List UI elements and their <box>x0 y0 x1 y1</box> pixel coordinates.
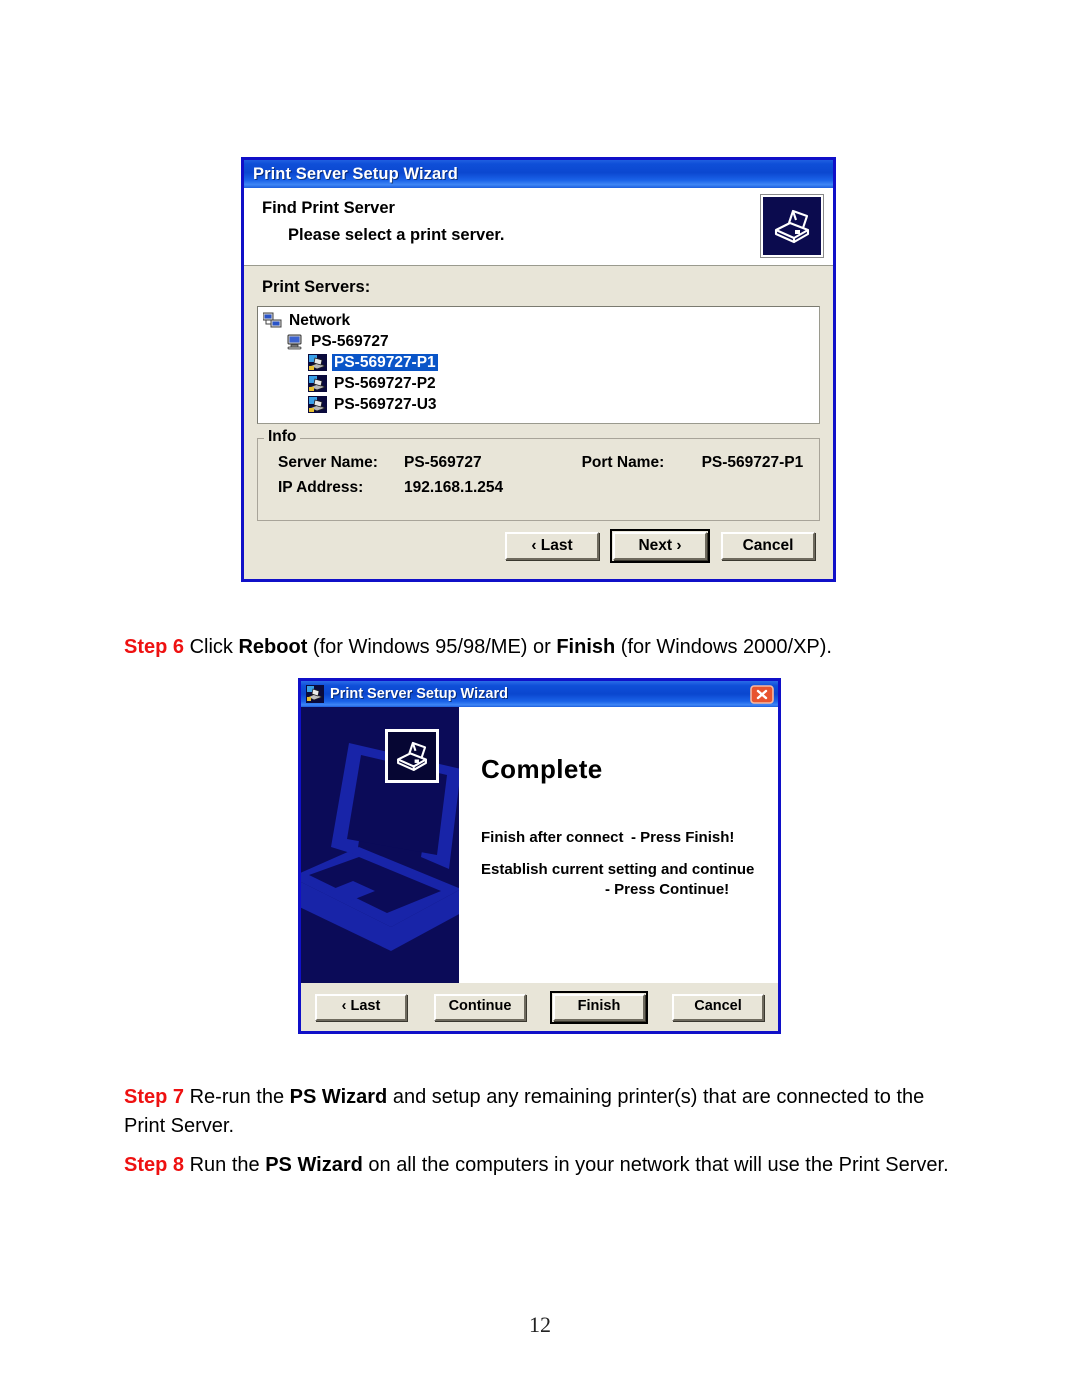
computer-icon <box>285 333 304 350</box>
dialog1-header-subheading: Please select a print server. <box>288 226 505 244</box>
step-6-number: Step 6 <box>124 636 185 658</box>
complete-dialog: Print Server Setup Wizard Complete Finis… <box>298 678 781 1034</box>
step-8-bold-ps-wizard: PS Wizard <box>265 1154 363 1176</box>
next-button[interactable]: Next › <box>610 528 710 564</box>
tree-item-label: PS-569727-P2 <box>334 375 436 392</box>
dialog1-titlebar: Print Server Setup Wizard <box>244 160 833 188</box>
message-line-3: - Press Continue! <box>605 881 730 898</box>
last-button[interactable]: ‹ Last <box>315 994 407 1021</box>
ip-address-value: 192.168.1.254 <box>404 479 504 496</box>
dialog2-title: Print Server Setup Wizard <box>330 686 508 702</box>
step-8-text-2: on all the computers in your network tha… <box>362 1154 949 1176</box>
tree-item-ps-569727[interactable]: PS-569727 <box>258 331 819 352</box>
info-legend: Info <box>264 428 301 446</box>
info-groupbox: Info Server Name: PS-569727 Port Name: P… <box>257 428 820 521</box>
step-6-text-3: (for Windows 2000/XP). <box>615 636 832 658</box>
last-button[interactable]: ‹ Last <box>505 532 599 561</box>
dialog2-sidebar-graphic <box>301 707 459 983</box>
message-line-1-a: Finish after connect <box>481 829 624 846</box>
complete-heading: Complete <box>481 754 603 784</box>
step-7-bold-ps-wizard: PS Wizard <box>289 1086 388 1108</box>
step-8-paragraph: Step 8 Run the PS Wizard on all the comp… <box>124 1151 964 1180</box>
dialog1-body: Print Servers: Network PS-569727 PS-5697… <box>244 266 833 579</box>
info-fields: Server Name: PS-569727 Port Name: PS-569… <box>278 454 809 504</box>
print-servers-label: Print Servers: <box>262 278 371 296</box>
info-row-server-port: Server Name: PS-569727 Port Name: PS-569… <box>278 454 809 472</box>
step-6-bold-finish: Finish <box>556 636 616 658</box>
port-name-value: PS-569727-P1 <box>701 454 804 471</box>
step-6-text-2: (for Windows 95/98/ME) or <box>307 636 557 658</box>
tree-item-ps-569727-p2[interactable]: PS-569727-P2 <box>258 373 819 394</box>
dialog2-content: Complete Finish after connect - Press Fin… <box>459 707 778 983</box>
print-servers-tree[interactable]: Network PS-569727 PS-569727-P1 PS-569727… <box>257 306 820 424</box>
message-line-1: Finish after connect - Press Finish! <box>481 829 734 846</box>
close-icon[interactable] <box>749 684 775 704</box>
cancel-button[interactable]: Cancel <box>721 532 815 561</box>
finish-button[interactable]: Finish <box>550 991 648 1024</box>
step-8-number: Step 8 <box>124 1154 185 1176</box>
tree-item-ps-569727-p1[interactable]: PS-569727-P1 <box>258 352 819 373</box>
step-6-paragraph: Step 6 Click Reboot (for Windows 95/98/M… <box>124 633 984 662</box>
printer-icon <box>761 195 823 257</box>
groupbox-divider <box>298 438 819 439</box>
ip-address-label: IP Address: <box>278 479 364 496</box>
tree-item-label: Network <box>289 312 351 329</box>
step-7-number: Step 7 <box>124 1086 185 1108</box>
dialog2-footer: ‹ Last Continue Finish Cancel <box>301 983 778 1031</box>
tree-item-ps-569727-u3[interactable]: PS-569727-U3 <box>258 394 819 415</box>
step-6-text-1: Click <box>184 636 239 658</box>
find-print-server-dialog: Print Server Setup Wizard Find Print Ser… <box>241 157 836 582</box>
manual-page: Print Server Setup Wizard Find Print Ser… <box>0 0 1080 1397</box>
dialog2-main: Complete Finish after connect - Press Fin… <box>301 707 778 983</box>
printer-port-icon <box>308 396 327 413</box>
server-name-value: PS-569727 <box>404 454 482 471</box>
network-icon <box>262 312 282 329</box>
tree-item-label: PS-569727-U3 <box>334 396 437 413</box>
printer-icon <box>385 729 439 783</box>
printer-port-icon <box>308 375 327 392</box>
dialog1-button-row: ‹ Last Next › Cancel <box>244 528 815 564</box>
printer-port-icon <box>308 354 327 371</box>
step-7-text-1: Re-run the <box>184 1086 290 1108</box>
continue-button[interactable]: Continue <box>434 994 526 1021</box>
server-name-label: Server Name: <box>278 454 378 471</box>
dialog2-button-row: ‹ Last Continue Finish Cancel <box>315 991 764 1024</box>
dialog2-titlebar: Print Server Setup Wizard <box>301 681 778 707</box>
tree-item-label: PS-569727-P1 <box>332 354 438 371</box>
step-6-bold-reboot: Reboot <box>238 636 308 658</box>
printer-icon <box>306 685 324 703</box>
step-7-paragraph: Step 7 Re-run the PS Wizard and setup an… <box>124 1083 964 1141</box>
step-8-text-1: Run the <box>184 1154 266 1176</box>
dialog1-title: Print Server Setup Wizard <box>253 164 458 183</box>
cancel-button[interactable]: Cancel <box>672 994 764 1021</box>
dialog1-header-heading: Find Print Server <box>262 199 395 217</box>
info-row-ip: IP Address: 192.168.1.254 <box>278 479 809 497</box>
message-line-1-b: - Press Finish! <box>631 829 735 846</box>
tree-item-label: PS-569727 <box>311 333 389 350</box>
message-line-2: Establish current setting and continue <box>481 861 755 878</box>
tree-item-network[interactable]: Network <box>258 307 819 331</box>
page-number: 12 <box>529 1312 551 1337</box>
port-name-label: Port Name: <box>581 454 665 471</box>
dialog1-header: Find Print Server Please select a print … <box>244 188 833 266</box>
